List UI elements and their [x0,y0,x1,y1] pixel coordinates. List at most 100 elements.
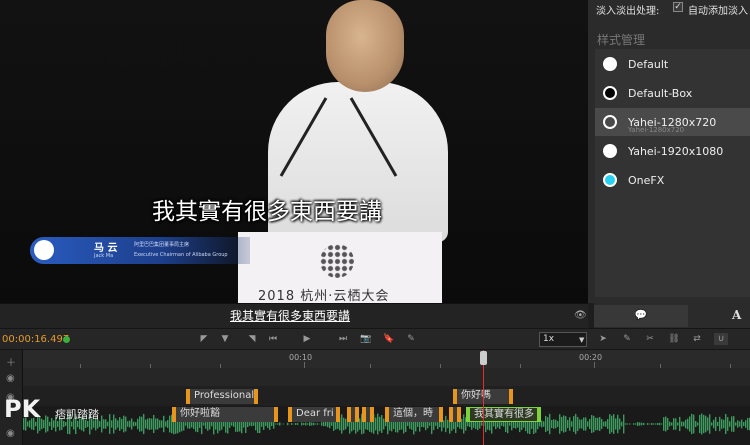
mark-in-icon[interactable]: ◤ [197,333,211,345]
waveform-bar [359,418,361,430]
waveform-bar [603,421,605,427]
waveform-bar [139,416,141,432]
waveform-bar [385,421,387,427]
current-caption[interactable]: 我其實有很多東西要講 [230,307,350,324]
style-item-label: OneFX [628,174,665,187]
waveform-bar [619,418,621,430]
podium-logo [320,244,354,278]
waveform-bar [705,415,707,433]
video-preview[interactable]: 2018 杭州·云栖大会 你好嗎 我其實有很多東西要講 马 云 Jack Ma … [0,0,588,303]
subtitle-clip[interactable] [362,407,374,422]
waveform-bar [159,420,161,428]
audio-eye-icon[interactable]: ◉ [6,428,15,439]
waveform-bar [321,422,323,426]
waveform-bar [169,415,171,433]
waveform-bar [65,422,67,426]
mark-out-icon[interactable]: ▼ [218,333,232,345]
style-item-yahei-1280[interactable]: Yahei-1280x720 Yahei-1280x720 [595,108,750,136]
camera-icon[interactable]: 📷 [359,333,373,345]
waveform-bar [675,418,677,430]
waveform-bar [311,422,313,426]
style-item-onefx[interactable]: OneFX [595,166,750,194]
waveform-bar [723,419,725,429]
waveform-bar [565,416,567,432]
waveform-bar [153,414,155,434]
style-item-default-box[interactable]: Default-Box [595,79,750,107]
waveform-bar [543,421,545,427]
wand-icon[interactable]: ✎ [404,333,418,345]
waveform-bar [295,423,297,425]
bookmark-icon[interactable]: 🔖 [382,333,396,345]
waveform-bar [467,421,469,427]
waveform-bar [561,416,563,432]
chevron-down-icon[interactable]: ▼ [579,336,584,344]
link-icon[interactable]: ⛓ [667,333,681,345]
waveform-bar [407,422,409,426]
subtitle-clip[interactable] [347,407,359,422]
subtitle-track-1[interactable] [23,368,750,386]
waveform-bar [539,421,541,427]
add-track-icon[interactable]: ＋ [6,354,16,369]
waveform-bar [585,417,587,431]
waveform-bar [595,417,597,431]
tab-comments[interactable]: 💬 [594,305,688,327]
waveform-bar [253,422,255,426]
waveform-bar [145,419,147,429]
waveform-bar [375,417,377,431]
podium-text: 2018 杭州·云栖大会 [258,289,390,303]
style-item-default[interactable]: Default [595,50,750,78]
subtitle-clip[interactable] [449,407,461,422]
waveform-bar [667,418,669,430]
subtitle-clip[interactable]: Professional [186,389,258,404]
next-frame-icon[interactable]: ⏭ [336,333,350,345]
waveform-bar [305,422,307,426]
style-list: Default Default-Box Yahei-1280x720 Yahei… [595,49,750,297]
watermark-text: 痞凱踏踏 [55,408,99,421]
waveform-bar [325,421,327,427]
time-ruler[interactable] [23,350,750,368]
waveform-bar [703,414,705,434]
waveform-bar [133,421,135,427]
waveform-bar [653,423,655,425]
black-swatch-icon [603,86,617,100]
subtitle-clip[interactable]: 你好啦豁 [172,407,278,422]
waveform-bar [297,423,299,425]
pointer-icon[interactable]: ➤ [596,333,610,345]
subtitle-clip-selected[interactable]: 我其實有很多 [466,407,541,422]
swap-icon[interactable]: ⇄ [690,333,704,345]
subtitle-clip[interactable]: 這個，時 [385,407,443,422]
waveform-bar [729,421,731,427]
waveform-bar [569,417,571,431]
scissors-icon[interactable]: ✂ [643,333,657,345]
waveform-bar [555,419,557,429]
playhead-handle[interactable] [480,351,487,365]
waveform-bar [731,416,733,432]
eye-icon[interactable]: 👁 [574,310,587,321]
waveform-bar [265,422,267,426]
waveform-bar [147,418,149,430]
waveform-bar [125,416,127,432]
tab-text[interactable]: A [732,308,741,322]
style-item-label: Default [628,58,669,71]
waveform-bar [643,422,645,426]
magnet-icon[interactable]: ∪ [714,333,728,345]
mark-next-icon[interactable]: ◥ [245,333,259,345]
waveform-bar [627,423,629,425]
prev-frame-icon[interactable]: ⏮ [266,333,280,345]
play-icon[interactable]: ▶ [300,333,314,345]
edit-icon[interactable]: ✎ [620,333,634,345]
waveform-bar [307,423,309,425]
waveform-bar [665,416,667,432]
track1-eye-icon[interactable]: ◉ [6,373,15,384]
waveform-bar [663,417,665,431]
waveform-bar [637,422,639,426]
style-item-yahei-1920[interactable]: Yahei-1920x1080 [595,137,750,165]
waveform-bar [579,419,581,429]
waveform-bar [741,419,743,429]
subtitle-clip[interactable]: Dear fri [288,407,340,422]
waveform-bar [161,420,163,428]
fade-auto-checkbox[interactable]: ✓ [673,2,683,12]
waveform-bar [681,421,683,427]
waveform-bar [287,422,289,426]
lower-third-subname: Jack Ma [94,253,114,259]
